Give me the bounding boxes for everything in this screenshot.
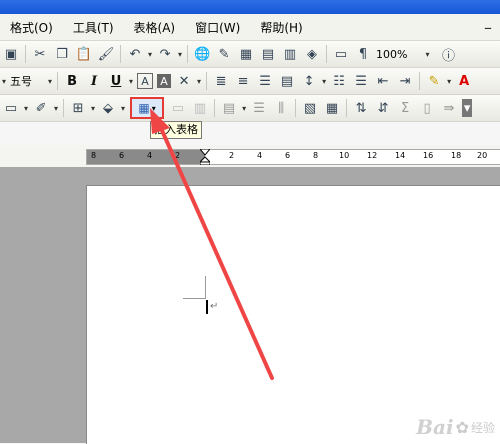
annotation-arrow — [150, 108, 274, 380]
